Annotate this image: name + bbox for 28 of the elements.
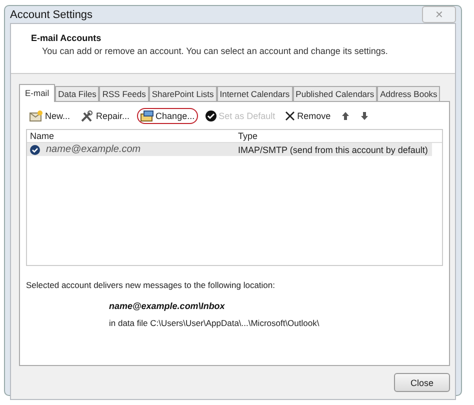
table-cell: IMAP/SMTP (send from this account by default): [238, 144, 428, 154]
tab[interactable]: Internet Calendars: [216, 86, 293, 101]
toolbar-button[interactable]: Repair...: [77, 108, 133, 124]
data-file-path: in data file C:\Users\User\AppData\...\Microsoft\Outlook\: [109, 318, 320, 328]
column-header: Name: [30, 131, 56, 141]
section-title: E-mail Accounts: [31, 33, 102, 43]
up-arrow-icon: [340, 111, 350, 121]
window-title: Account Settings: [10, 8, 93, 20]
delivery-caption: Selected account delivers new messages to the following location:: [26, 280, 276, 290]
close-button[interactable]: Close: [394, 373, 450, 392]
tab[interactable]: SharePoint Lists: [148, 86, 217, 101]
column-header: Type: [238, 131, 258, 141]
section-description: You can add or remove an account. You can select an account and change its settings.: [42, 46, 389, 56]
tab[interactable]: Data Files: [55, 86, 100, 101]
down-arrow-icon: [360, 111, 369, 121]
table-cell: name@example.com: [46, 144, 141, 155]
tab[interactable]: E-mail: [19, 84, 56, 102]
x-icon: [285, 111, 296, 121]
tab[interactable]: RSS Feeds: [99, 86, 149, 101]
account-row[interactable]: name@example.com IMAP/SMTP (send from this account by default): [27, 143, 432, 156]
delivery-folder: name@example.com\Inbox: [109, 301, 226, 311]
checkmark-icon: [204, 110, 217, 122]
toolbar-button[interactable]: Change...: [136, 108, 198, 124]
tools-icon: [80, 110, 94, 122]
tab[interactable]: Published Calendars: [292, 86, 378, 101]
tab[interactable]: Address Books: [377, 86, 440, 101]
toolbar-button[interactable]: Remove: [282, 109, 334, 123]
toolbar-button[interactable]: New...: [26, 108, 74, 124]
